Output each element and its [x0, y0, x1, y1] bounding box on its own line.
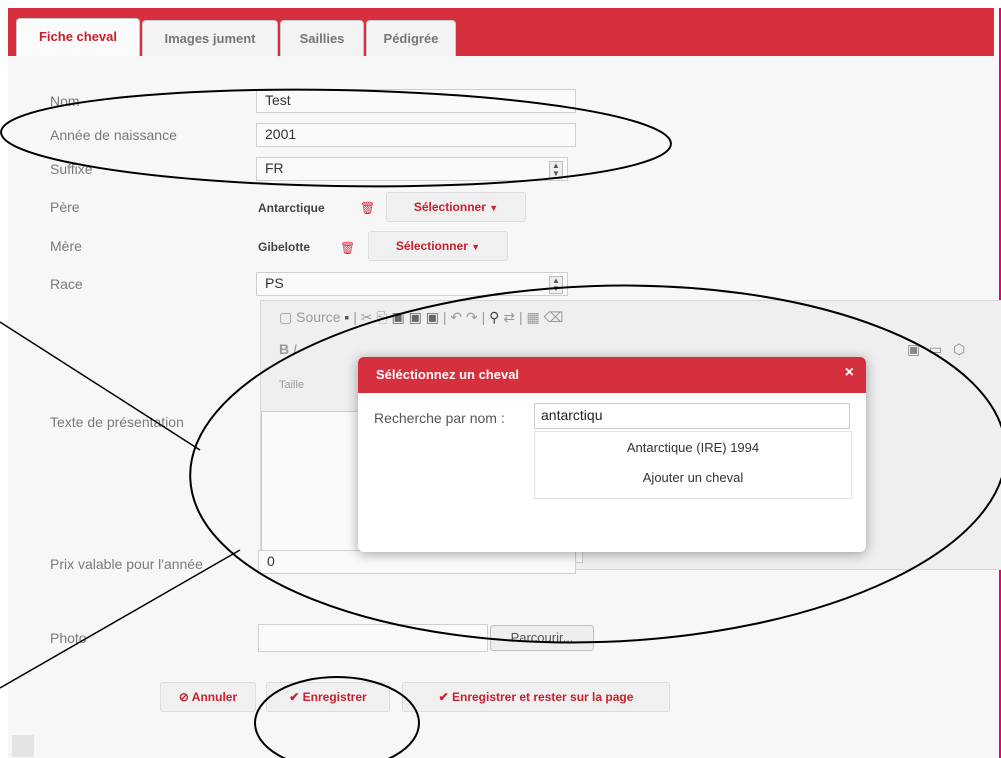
- nom-label: Nom: [50, 93, 80, 109]
- size-dropdown[interactable]: Taille: [279, 379, 304, 391]
- tab-pedigree[interactable]: Pédigrée: [366, 20, 456, 56]
- check-icon: ✔: [289, 690, 303, 704]
- caret-down-icon: ▼: [471, 242, 481, 252]
- suffixe-value: FR: [265, 160, 284, 176]
- select-horse-modal: Séléctionnez un cheval × Recherche par n…: [358, 357, 866, 552]
- save-icon[interactable]: ▪: [344, 309, 349, 325]
- select-all-icon[interactable]: ▦: [526, 309, 539, 325]
- fullscreen-icon[interactable]: ▭: [929, 341, 942, 358]
- prix-input[interactable]: 0: [258, 550, 576, 574]
- pere-select-button[interactable]: Sélectionner ▼: [386, 192, 526, 222]
- nom-input[interactable]: Test: [256, 89, 576, 113]
- tab-bar: Fiche cheval Images jument Saillies Pédi…: [8, 8, 994, 58]
- pere-value: Antarctique: [258, 201, 325, 215]
- cancel-button[interactable]: ⊘ Annuler: [160, 682, 256, 712]
- tab-fiche-cheval[interactable]: Fiche cheval: [16, 18, 140, 58]
- copy-icon[interactable]: ⎘: [376, 309, 387, 325]
- find-icon[interactable]: ⚲: [489, 309, 499, 325]
- browse-button[interactable]: Parcourir...: [490, 625, 594, 651]
- close-icon[interactable]: ×: [845, 364, 854, 382]
- prix-label: Prix valable pour l'année: [50, 556, 203, 572]
- eraser-icon[interactable]: ⌫: [544, 309, 564, 325]
- save-button[interactable]: ✔ Enregistrer: [266, 682, 390, 712]
- photo-label: Photo: [50, 630, 87, 646]
- mere-select-label: Sélectionner: [395, 239, 468, 253]
- editor-toolbar-row-1: ▢ Source ▪ | ✂ ⎘ ▣ ▣ ▣ | ↶ ↷ | ⚲ ⇄ | ▦ ⌫: [279, 309, 564, 325]
- trash-icon[interactable]: 🗑: [340, 241, 355, 255]
- pere-select-label: Sélectionner: [413, 200, 486, 214]
- suffixe-select[interactable]: FR ▲ ▼: [256, 157, 568, 181]
- editor-toolbar-row-3: Taille: [279, 379, 304, 405]
- modal-title: Séléctionnez un cheval: [376, 367, 520, 382]
- trash-icon[interactable]: 🗑: [360, 201, 375, 215]
- corner-handle: [12, 735, 34, 757]
- editor-toolbar-row-2: B I ▣ ▭ ⬡: [279, 341, 965, 367]
- add-horse-item[interactable]: Ajouter un cheval: [535, 470, 851, 485]
- search-input[interactable]: antarctiqu: [534, 403, 850, 429]
- suffixe-label: Suffixe: [50, 161, 93, 177]
- result-item[interactable]: Antarctique (IRE) 1994: [535, 440, 851, 455]
- mere-select-button[interactable]: Sélectionner ▼: [368, 231, 508, 261]
- annee-input[interactable]: 2001: [256, 123, 576, 147]
- check-icon: ✔: [438, 690, 452, 704]
- source-icon[interactable]: ▢: [279, 309, 292, 325]
- modal-header: Séléctionnez un cheval ×: [358, 357, 866, 393]
- texte-label: Texte de présentation: [50, 414, 184, 430]
- bold-icon[interactable]: B: [279, 341, 289, 357]
- cancel-label: Annuler: [191, 690, 238, 704]
- blocks-icon[interactable]: ⬡: [953, 341, 965, 358]
- photo-file-input[interactable]: [258, 624, 488, 652]
- image-icon[interactable]: ▣: [907, 341, 920, 358]
- mere-value: Gibelotte: [258, 240, 311, 254]
- paste-word-icon[interactable]: ▣: [426, 309, 439, 325]
- search-results: Antarctique (IRE) 1994 Ajouter un cheval: [534, 431, 852, 499]
- italic-icon[interactable]: I: [293, 341, 297, 357]
- save-label: Enregistrer: [302, 690, 367, 704]
- save-stay-label: Enregistrer et rester sur la page: [451, 690, 634, 704]
- mere-label: Mère: [50, 238, 82, 254]
- undo-icon[interactable]: ↶: [450, 309, 462, 325]
- cut-icon[interactable]: ✂: [361, 309, 373, 325]
- tab-images-jument[interactable]: Images jument: [142, 20, 278, 56]
- source-button-label[interactable]: Source: [296, 309, 340, 325]
- annee-label: Année de naissance: [50, 127, 177, 143]
- pere-label: Père: [50, 199, 80, 215]
- save-stay-button[interactable]: ✔ Enregistrer et rester sur la page: [402, 682, 670, 712]
- race-select[interactable]: PS ▲ ▼: [256, 272, 568, 296]
- redo-icon[interactable]: ↷: [466, 309, 478, 325]
- cancel-icon: ⊘: [178, 690, 192, 704]
- race-label: Race: [50, 276, 83, 292]
- chevron-updown-icon: ▲ ▼: [549, 161, 563, 179]
- chevron-updown-icon: ▲ ▼: [549, 276, 563, 294]
- search-label: Recherche par nom :: [374, 410, 505, 426]
- tab-saillies[interactable]: Saillies: [280, 20, 364, 56]
- caret-down-icon: ▼: [489, 203, 499, 213]
- paste-icon[interactable]: ▣: [391, 309, 404, 325]
- replace-icon[interactable]: ⇄: [503, 309, 515, 325]
- race-value: PS: [265, 275, 284, 291]
- paste-text-icon[interactable]: ▣: [409, 309, 422, 325]
